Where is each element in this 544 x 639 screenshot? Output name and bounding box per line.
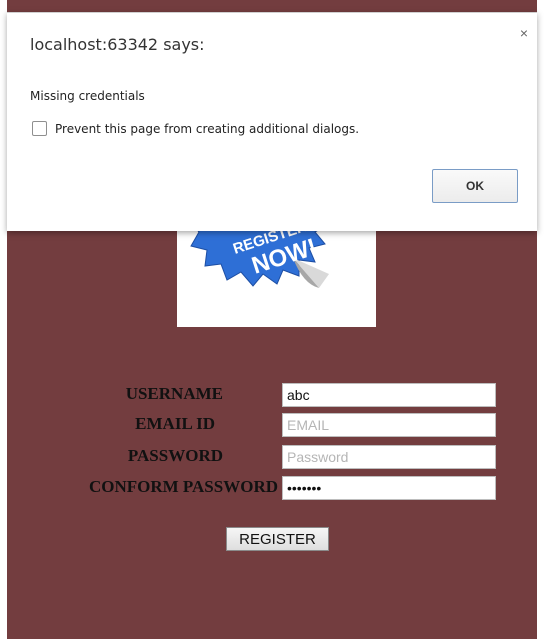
page: REGISTER NOW! USERNAME EMAIL ID PASSWORD…	[0, 0, 544, 639]
username-input[interactable]	[282, 383, 496, 407]
dialog-message: Missing credentials	[30, 89, 145, 103]
password-input[interactable]	[282, 445, 496, 469]
alert-dialog: localhost:63342 says: × Missing credenti…	[7, 12, 537, 231]
register-now-banner: REGISTER NOW!	[177, 230, 376, 327]
register-button[interactable]: REGISTER	[226, 527, 329, 551]
email-label: EMAIL ID	[135, 414, 215, 433]
close-icon[interactable]: ×	[520, 25, 528, 41]
ok-button[interactable]: OK	[432, 169, 518, 203]
email-input[interactable]	[282, 413, 496, 437]
username-label: USERNAME	[125, 384, 223, 403]
register-now-badge-icon: REGISTER NOW!	[190, 230, 329, 288]
password-label: PASSWORD	[127, 446, 223, 465]
prevent-dialogs-checkbox[interactable]	[32, 121, 47, 136]
prevent-dialogs-label: Prevent this page from creating addition…	[55, 121, 360, 136]
confirm-password-input[interactable]	[282, 476, 496, 500]
confirm-password-label: CONFORM PASSWORD	[88, 477, 278, 496]
dialog-title: localhost:63342 says:	[30, 35, 205, 54]
prevent-dialogs-option[interactable]: Prevent this page from creating addition…	[32, 121, 359, 136]
